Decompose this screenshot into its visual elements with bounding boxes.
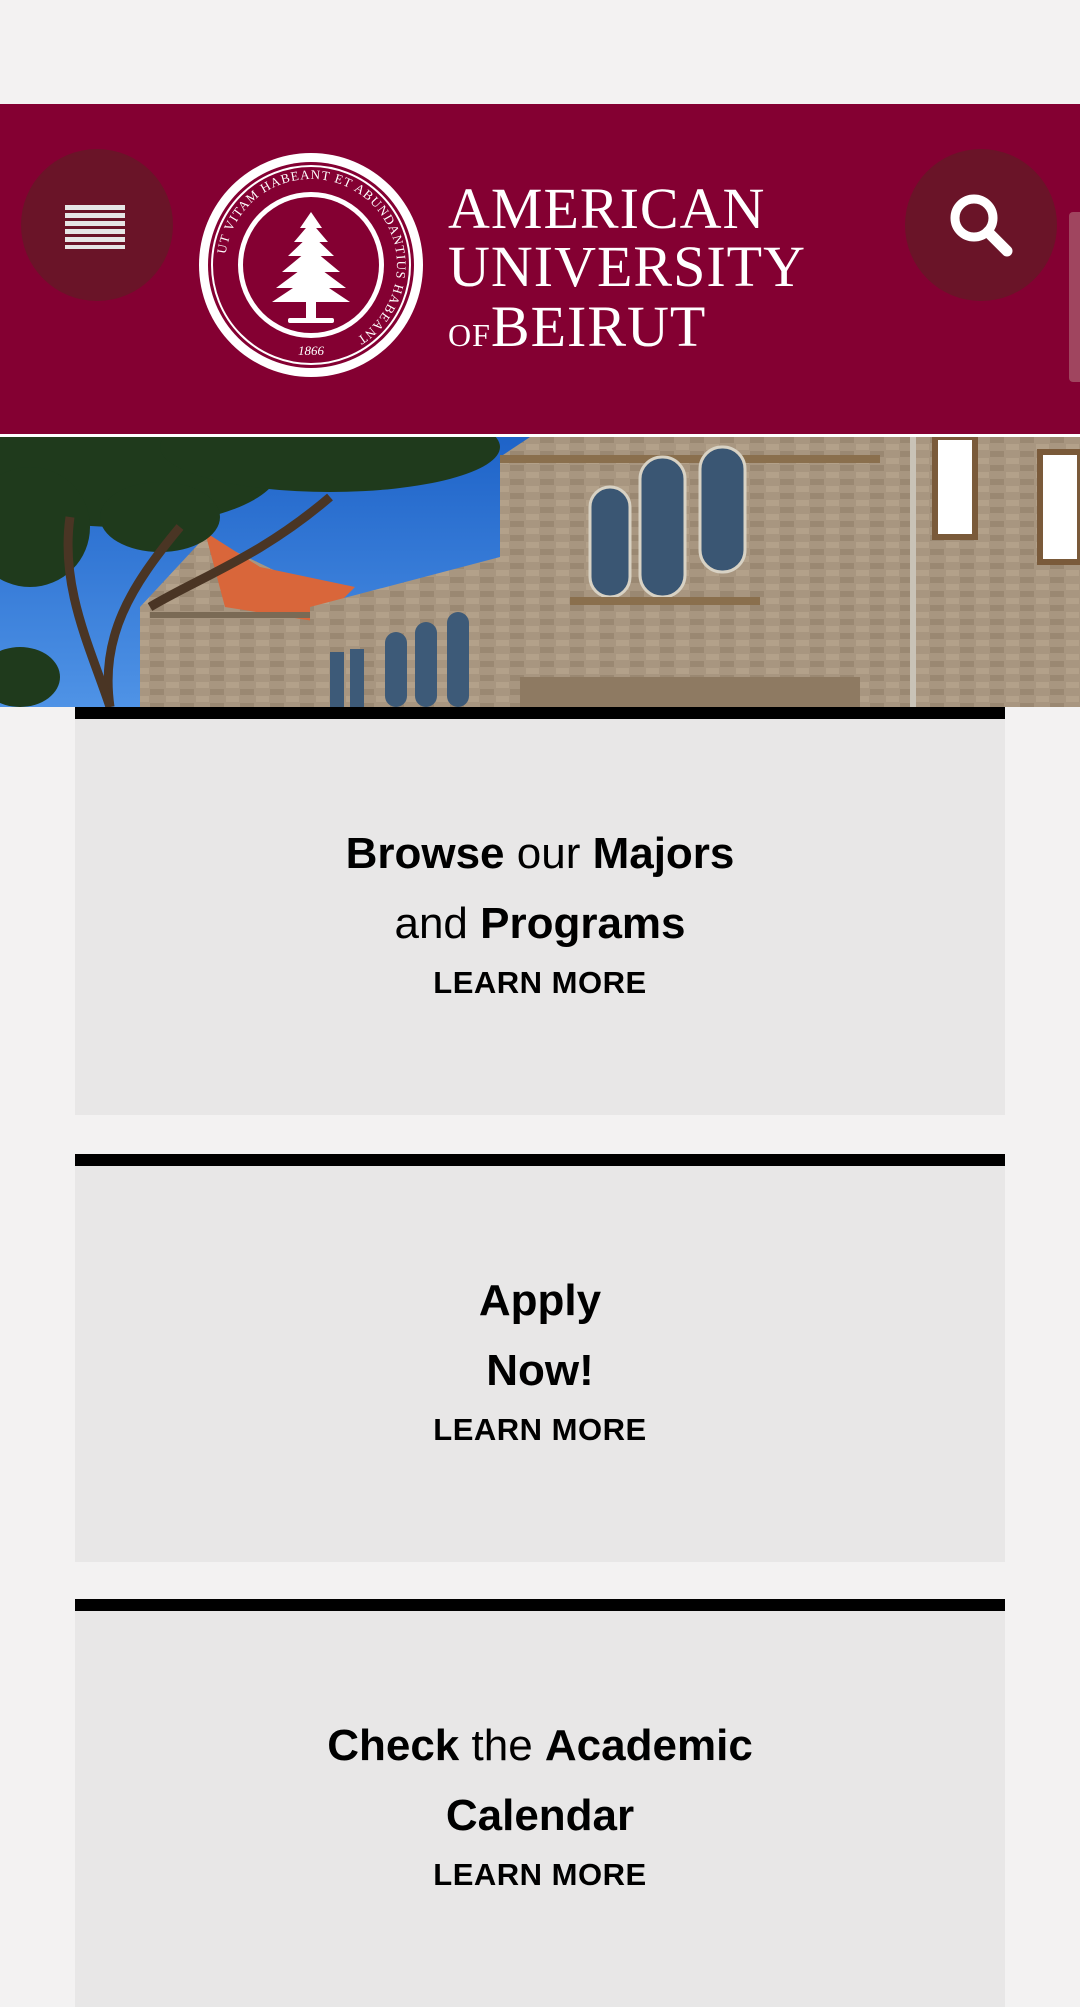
title-bold-programs: Programs — [480, 899, 686, 948]
card-title: Apply Now! — [75, 1266, 1005, 1406]
university-seal-logo[interactable]: UT VITAM HABEANT ET ABUNDANTIUS HABEANT … — [196, 150, 426, 385]
learn-more-link[interactable]: LEARN MORE — [433, 1857, 646, 1893]
search-icon — [950, 194, 1013, 257]
university-wordmark[interactable]: AMERICAN UNIVERSITY OFBEIRUT — [448, 180, 888, 366]
card-majors-programs[interactable]: Browse our Majors and Programs LEARN MOR… — [75, 707, 1005, 1115]
menu-button[interactable] — [21, 149, 173, 301]
site-header: UT VITAM HABEANT ET ABUNDANTIUS HABEANT … — [0, 104, 1080, 437]
card-title: Check the Academic Calendar — [75, 1711, 1005, 1851]
title-bold-check: Check — [327, 1721, 460, 1770]
learn-more-link[interactable]: LEARN MORE — [433, 1412, 646, 1448]
title-bold-now: Now! — [486, 1346, 594, 1395]
scrollbar[interactable] — [1069, 212, 1080, 382]
seal-year: 1866 — [298, 343, 325, 358]
title-bold-browse: Browse — [345, 829, 505, 878]
logo-of: OF — [448, 317, 491, 353]
card-title: Browse our Majors and Programs — [75, 819, 1005, 959]
title-normal-the: the — [459, 1721, 545, 1770]
learn-more-link[interactable]: LEARN MORE — [433, 965, 646, 1001]
logo-line-university: UNIVERSITY — [448, 234, 806, 299]
title-normal-and: and — [394, 899, 481, 948]
title-bold-calendar: Calendar — [445, 1791, 635, 1840]
card-academic-calendar[interactable]: Check the Academic Calendar LEARN MORE — [75, 1599, 1005, 2007]
search-button[interactable] — [905, 149, 1057, 301]
title-bold-apply: Apply — [478, 1276, 602, 1325]
card-apply-now[interactable]: Apply Now! LEARN MORE — [75, 1154, 1005, 1562]
title-bold-majors: Majors — [592, 829, 735, 878]
logo-beirut: BEIRUT — [490, 294, 707, 359]
campus-hero-image — [0, 437, 1080, 707]
logo-line-american: AMERICAN — [448, 176, 766, 241]
title-normal-our: our — [504, 829, 593, 878]
hamburger-menu-icon — [65, 205, 125, 249]
title-bold-academic: Academic — [544, 1721, 753, 1770]
logo-line-beirut: OFBEIRUT — [448, 296, 888, 366]
status-area — [0, 0, 1080, 104]
seal-icon: UT VITAM HABEANT ET ABUNDANTIUS HABEANT … — [199, 153, 423, 377]
